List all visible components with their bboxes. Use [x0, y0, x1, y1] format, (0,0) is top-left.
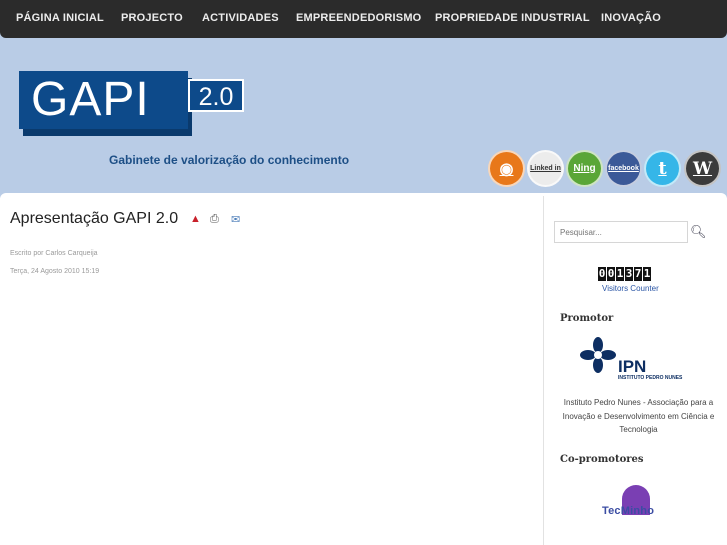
- nav-item-pagina-inicial[interactable]: PÁGINA INICIAL: [16, 12, 104, 24]
- counter-digit: 0: [598, 267, 606, 281]
- search-input[interactable]: [554, 221, 688, 243]
- ipn-logo-icon[interactable]: [580, 337, 616, 373]
- column-divider: [543, 196, 544, 545]
- counter-digit: 1: [643, 267, 651, 281]
- nav-item-actividades[interactable]: ACTIVIDADES: [202, 12, 279, 24]
- article-author: Escrito por Carlos Carqueija: [10, 250, 98, 257]
- counter-digit: 0: [607, 267, 615, 281]
- rss-icon[interactable]: ◉: [488, 150, 525, 187]
- promotor-heading: Promotor: [560, 313, 614, 324]
- nav-item-empreendedorismo[interactable]: EMPREENDEDORISMO: [296, 12, 421, 24]
- promotor-description: Instituto Pedro Nunes - Associação para …: [562, 398, 715, 434]
- visitors-counter: 0 0 1 3 7 1: [598, 267, 651, 281]
- counter-digit: 3: [625, 267, 633, 281]
- twitter-icon[interactable]: t: [644, 150, 681, 187]
- nav-item-propriedade-industrial[interactable]: PROPRIEDADE INDUSTRIAL: [435, 12, 590, 24]
- visitors-counter-link[interactable]: Visitors Counter: [602, 284, 659, 293]
- ipn-logo-text: IPN: [618, 357, 647, 376]
- counter-digit: 7: [634, 267, 642, 281]
- copromotores-heading: Co-promotores: [560, 454, 644, 465]
- counter-digit: 1: [616, 267, 624, 281]
- site-logo-version: 2.0: [188, 79, 244, 112]
- article-title: Apresentação GAPI 2.0: [10, 210, 179, 227]
- article-date: Terça, 24 Agosto 2010 15:19: [10, 268, 100, 275]
- site-logo[interactable]: GAPI: [19, 71, 188, 129]
- facebook-icon[interactable]: facebook: [605, 150, 642, 187]
- print-icon[interactable]: ⎙: [210, 213, 219, 226]
- tecminho-logo-text: TecMinho: [602, 505, 655, 517]
- ipn-logo-subtitle: INSTITUTO PEDRO NUNES: [618, 375, 683, 381]
- linkedin-icon[interactable]: Linked in: [527, 150, 564, 187]
- nav-item-projecto[interactable]: PROJECTO: [121, 12, 183, 24]
- pdf-icon[interactable]: ▲: [190, 213, 201, 225]
- wordpress-icon[interactable]: W: [684, 150, 721, 187]
- email-icon[interactable]: ✉: [231, 213, 240, 226]
- main-nav: PÁGINA INICIAL PROJECTO ACTIVIDADES EMPR…: [0, 0, 727, 38]
- search-icon[interactable]: 🔍︎: [690, 224, 707, 240]
- site-tagline: Gabinete de valorização do conhecimento: [109, 153, 350, 167]
- ning-icon[interactable]: Ning: [566, 150, 603, 187]
- nav-item-inovacao[interactable]: INOVAÇÃO: [601, 12, 661, 24]
